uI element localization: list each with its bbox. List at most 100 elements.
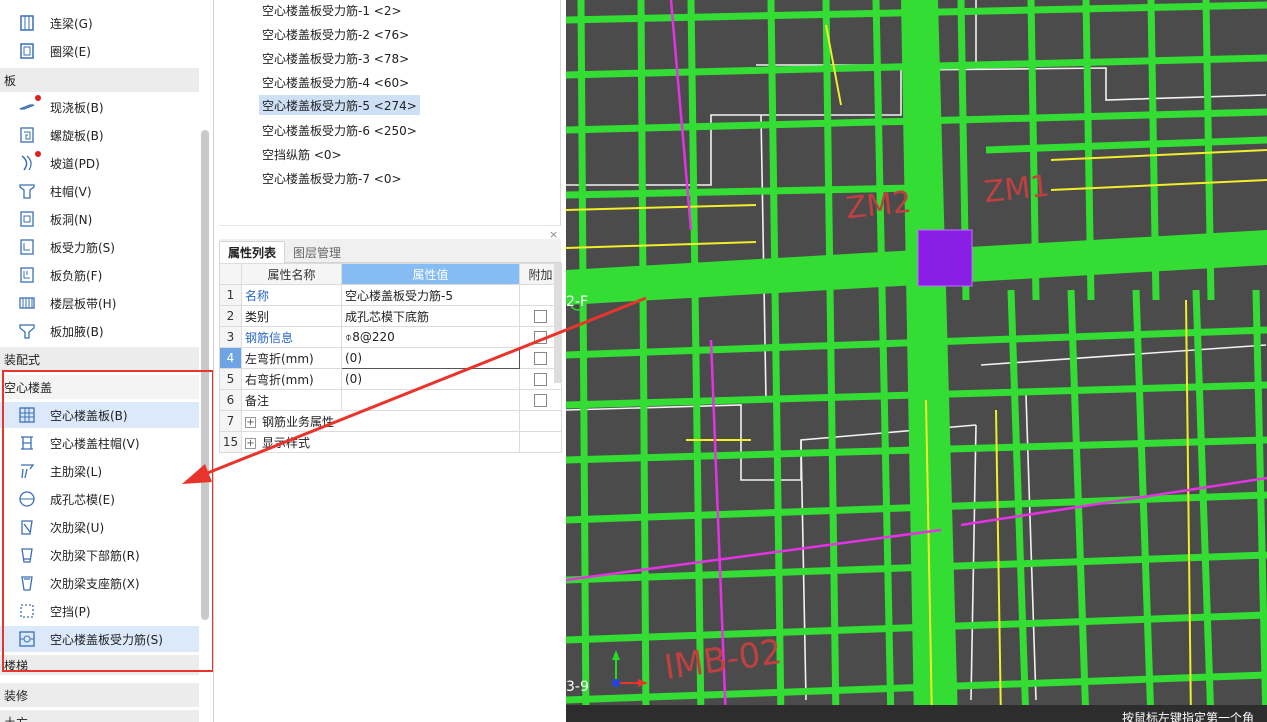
list-item[interactable]: 空心楼盖板受力筋-1 <2> [259, 0, 405, 20]
table-row[interactable]: 3 钢筋信息 ⌽8@220 [219, 326, 562, 348]
sidebar-item-label: 连梁(G) [50, 16, 93, 31]
status-hint: 按鼠标左键指定第一个角 [1118, 708, 1259, 722]
list-item[interactable]: 空心楼盖板受力筋-2 <76> [259, 24, 412, 44]
sidebar-item-slab-negative-rebar[interactable]: 板负筋(F) [0, 262, 199, 288]
expand-icon[interactable]: + [245, 437, 256, 449]
sidebar-item-coupling-beam[interactable]: 连梁(G) [0, 10, 199, 36]
slab-rebar-icon [18, 238, 36, 256]
cad-label-zm2: ZM2 [844, 184, 914, 227]
sidebar-item-slab-hole[interactable]: 板洞(N) [0, 206, 199, 232]
sidebar-item-cast-slab[interactable]: 现浇板(B) [0, 94, 199, 120]
tab-layer-management[interactable]: 图层管理 [285, 241, 349, 263]
row-index: 6 [219, 389, 242, 411]
ring-beam-icon [18, 42, 36, 60]
cad-plan-drawing[interactable] [566, 0, 1267, 722]
property-value[interactable]: ⌽8@220 [341, 326, 520, 348]
floor-strip-icon [18, 294, 36, 312]
index-header [219, 263, 242, 285]
property-panel: 属性列表 图层管理 属性名称 属性值 附加 1 名称 空心楼盖板受力筋-5 2 … [219, 239, 562, 722]
property-name: 钢筋信息 [241, 326, 342, 348]
sidebar-item-column-cap[interactable]: 柱帽(V) [0, 178, 199, 204]
sidebar-item-slab-haunch[interactable]: 板加腋(B) [0, 318, 199, 344]
category-assembly[interactable]: 装配式 [0, 347, 199, 371]
category-decoration[interactable]: 装修 [0, 683, 199, 707]
property-name: 备注 [241, 389, 342, 411]
cad-drawing-canvas[interactable]: ZM2 ZM1 2-F 3-9 IMB-02 [566, 0, 1267, 722]
extra-checkbox[interactable] [534, 331, 547, 344]
property-value[interactable]: 成孔芯模下底筋 [341, 305, 520, 327]
table-row[interactable]: 2 类别 成孔芯模下底筋 [219, 305, 562, 327]
sidebar-item-label: 板加腋(B) [50, 324, 104, 339]
sidebar-item-floor-strip[interactable]: 楼层板带(H) [0, 290, 199, 316]
sidebar-item-label: 板受力筋(S) [50, 240, 115, 255]
sidebar-item-label: 柱帽(V) [50, 184, 92, 199]
sidebar-item-label: 楼层板带(H) [50, 296, 117, 311]
cad-axis-label-f: 2-F [566, 294, 589, 310]
row-index: 5 [219, 368, 242, 390]
sidebar-item-label: 螺旋板(B) [50, 128, 104, 143]
table-row[interactable]: 6 备注 [219, 389, 562, 411]
extra-checkbox[interactable] [534, 352, 547, 365]
component-tree-sidebar: 连梁(G) 圈梁(E) 板 现浇板(B) 螺旋板(B) 坡道(PD) 柱帽(V)… [0, 0, 214, 722]
list-item[interactable]: 空心楼盖板受力筋-3 <78> [259, 48, 412, 68]
row-index: 15 [219, 431, 242, 453]
list-item[interactable]: 空心楼盖板受力筋-4 <60> [259, 72, 412, 92]
category-slab[interactable]: 板 [0, 68, 199, 92]
extra-checkbox[interactable] [534, 373, 547, 386]
panel-divider[interactable] [219, 225, 561, 226]
expand-icon[interactable]: + [245, 416, 256, 428]
property-tabs: 属性列表 图层管理 [219, 239, 561, 263]
sidebar-item-label: 板洞(N) [50, 212, 93, 227]
row-index: 1 [219, 284, 242, 306]
ramp-icon [18, 151, 41, 172]
property-name: 右弯折(mm) [241, 368, 342, 390]
sidebar-item-partial [0, 0, 199, 4]
spiral-slab-icon [18, 126, 36, 144]
property-value-editor[interactable]: (0) [341, 347, 520, 369]
new-badge-icon [35, 95, 41, 101]
slab-haunch-icon [18, 322, 36, 340]
property-scrollbar[interactable] [554, 263, 561, 383]
sidebar-item-ramp[interactable]: 坡道(PD) [0, 150, 199, 176]
sidebar-item-spiral-slab[interactable]: 螺旋板(B) [0, 122, 199, 148]
extra-checkbox[interactable] [534, 310, 547, 323]
group-name: 钢筋业务属性 [262, 414, 335, 429]
sidebar-item-label: 板负筋(F) [50, 268, 103, 283]
table-group-row[interactable]: 7 + 钢筋业务属性 [219, 410, 562, 432]
row-index: 2 [219, 305, 242, 327]
new-badge-icon [35, 151, 41, 157]
annotation-highlight-box [2, 370, 213, 672]
property-name: 左弯折(mm) [241, 347, 342, 369]
list-item-selected[interactable]: 空心楼盖板受力筋-5 <274> [259, 95, 420, 115]
table-row[interactable]: 5 右弯折(mm) (0) [219, 368, 562, 390]
property-value-header: 属性值 [341, 263, 520, 285]
extra-checkbox[interactable] [534, 394, 547, 407]
sidebar-item-ring-beam[interactable]: 圈梁(E) [0, 38, 199, 64]
property-name: 类别 [241, 305, 342, 327]
sidebar-item-label: 圈梁(E) [50, 44, 91, 59]
list-item[interactable]: 空心楼盖板受力筋-7 <0> [259, 168, 405, 188]
tab-property-list[interactable]: 属性列表 [219, 241, 286, 263]
cad-axis-label-9: 3-9 [566, 679, 589, 695]
property-table: 属性名称 属性值 附加 1 名称 空心楼盖板受力筋-5 2 类别 成孔芯模下底筋… [219, 263, 562, 453]
sidebar-item-slab-rebar[interactable]: 板受力筋(S) [0, 234, 199, 260]
row-index: 7 [219, 410, 242, 432]
list-item[interactable]: 空心楼盖板受力筋-6 <250> [259, 120, 420, 140]
property-value[interactable] [341, 389, 520, 411]
rebar-component-list: 空心楼盖板受力筋-1 <2> 空心楼盖板受力筋-2 <76> 空心楼盖板受力筋-… [219, 0, 561, 225]
table-row-selected[interactable]: 4 左弯折(mm) (0) [219, 347, 562, 369]
property-name: 名称 [241, 284, 342, 306]
column-cap-icon [18, 182, 36, 200]
table-row[interactable]: 1 名称 空心楼盖板受力筋-5 [219, 284, 562, 306]
cast-slab-icon [18, 95, 41, 116]
slab-negative-rebar-icon [18, 266, 36, 284]
table-group-row[interactable]: 15 + 显示样式 [219, 431, 562, 453]
row-index: 4 [219, 347, 242, 369]
category-earthwork[interactable]: 土方 [0, 710, 199, 722]
sidebar-item-label: 坡道(PD) [50, 156, 100, 171]
property-value[interactable]: 空心楼盖板受力筋-5 [341, 284, 520, 306]
cad-label-zm1: ZM1 [982, 168, 1052, 211]
list-item[interactable]: 空挡纵筋 <0> [259, 144, 345, 164]
extra-cell [519, 431, 562, 453]
property-value[interactable]: (0) [341, 368, 520, 390]
